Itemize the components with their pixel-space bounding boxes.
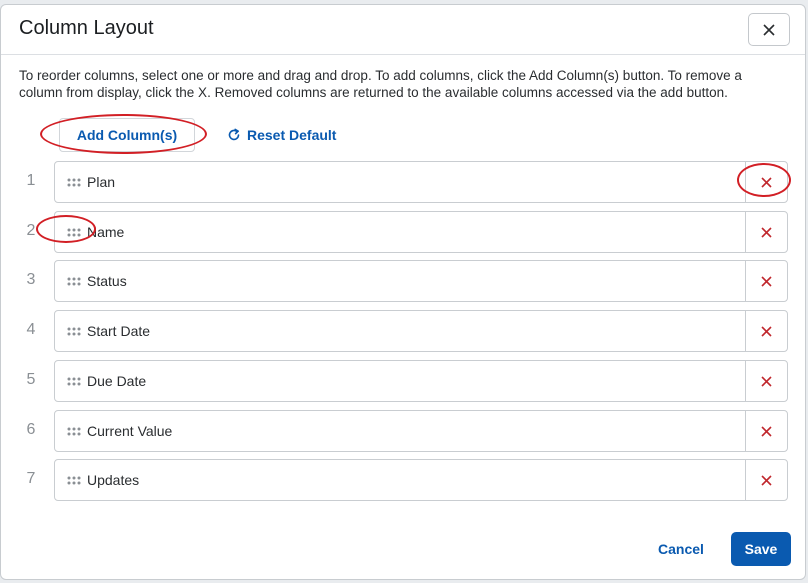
column-label: Plan xyxy=(87,174,116,190)
column-label: Name xyxy=(87,224,125,240)
column-label: Current Value xyxy=(87,423,173,439)
close-icon xyxy=(763,23,775,36)
dialog-footer: Cancel Save xyxy=(1,525,805,575)
remove-column-button[interactable] xyxy=(745,361,787,401)
cancel-button[interactable]: Cancel xyxy=(651,534,711,564)
column-label: Updates xyxy=(87,472,140,488)
reset-default-button[interactable]: Reset Default xyxy=(227,127,336,143)
save-button[interactable]: Save xyxy=(731,532,791,566)
column-row[interactable]: Plan xyxy=(54,161,788,203)
row-number: 3 xyxy=(26,271,36,288)
remove-column-button[interactable] xyxy=(745,162,787,202)
remove-column-button[interactable] xyxy=(745,411,787,451)
column-row[interactable]: Due Date xyxy=(54,360,788,402)
remove-column-button[interactable] xyxy=(745,311,787,351)
drag-handle-icon[interactable] xyxy=(67,178,81,187)
row-number: 1 xyxy=(26,172,36,189)
row-number: 5 xyxy=(26,371,36,388)
remove-x-icon xyxy=(761,176,772,188)
dialog-toolbar: Add Column(s) Reset Default xyxy=(59,118,336,152)
drag-handle-icon[interactable] xyxy=(67,476,81,485)
dialog-title: Column Layout xyxy=(19,17,154,39)
column-row[interactable]: Start Date xyxy=(54,310,788,352)
row-number: 4 xyxy=(26,321,36,338)
remove-x-icon xyxy=(761,226,772,238)
column-label: Due Date xyxy=(87,373,147,389)
instructions-text: To reorder columns, select one or more a… xyxy=(19,68,742,100)
column-label: Status xyxy=(87,273,127,289)
remove-column-button[interactable] xyxy=(745,261,787,301)
remove-x-icon xyxy=(761,375,772,387)
dialog-header: Column Layout xyxy=(1,5,805,55)
drag-handle-icon[interactable] xyxy=(67,228,81,237)
remove-x-icon xyxy=(761,425,772,437)
remove-column-button[interactable] xyxy=(745,212,787,252)
drag-handle-icon[interactable] xyxy=(67,377,81,386)
column-row[interactable]: Updates xyxy=(54,459,788,501)
reset-default-label: Reset Default xyxy=(247,127,337,143)
refresh-icon xyxy=(228,128,240,141)
column-label: Start Date xyxy=(87,323,151,339)
column-layout-dialog: Column Layout To reorder columns, select… xyxy=(0,4,806,580)
column-row[interactable]: Name xyxy=(54,211,788,253)
row-number: 6 xyxy=(26,421,36,438)
drag-handle-icon[interactable] xyxy=(67,327,81,336)
add-columns-button[interactable]: Add Column(s) xyxy=(59,118,195,152)
drag-handle-icon[interactable] xyxy=(67,277,81,286)
row-number: 7 xyxy=(26,470,36,487)
drag-handle-icon[interactable] xyxy=(67,427,81,436)
close-button[interactable] xyxy=(748,13,790,46)
remove-x-icon xyxy=(761,474,772,486)
column-row[interactable]: Status xyxy=(54,260,788,302)
row-number: 2 xyxy=(26,222,36,239)
remove-x-icon xyxy=(761,275,772,287)
column-row[interactable]: Current Value xyxy=(54,410,788,452)
remove-column-button[interactable] xyxy=(745,460,787,500)
remove-x-icon xyxy=(761,325,772,337)
